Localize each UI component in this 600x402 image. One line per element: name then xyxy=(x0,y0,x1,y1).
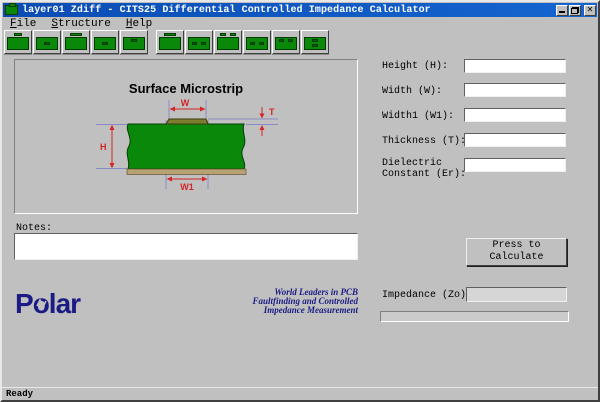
status-text: Ready xyxy=(6,389,33,399)
app-window: layer01 Zdiff - CITS25 Differential Cont… xyxy=(0,0,600,402)
diff-surface-microstrip-icon xyxy=(159,37,181,50)
app-icon xyxy=(5,5,18,15)
dim-w1-arrow-left xyxy=(167,177,173,182)
broadside-stripline-icon xyxy=(304,37,326,50)
toolbar-button-diff-surface-microstrip-icon[interactable] xyxy=(156,30,184,54)
logo-pulse-icon xyxy=(34,297,50,311)
logo-letters-lar: lar xyxy=(49,288,80,320)
progress-bar xyxy=(380,311,569,322)
diff-embedded-microstrip-icon xyxy=(188,37,210,50)
offset-stripline-icon xyxy=(123,37,145,50)
ground-plane-shape xyxy=(127,169,246,175)
status-bar: Ready xyxy=(2,387,598,400)
dim-w-arrow-left xyxy=(170,107,176,112)
dim-h-arrow-down xyxy=(110,163,115,168)
toolbar-button-broadside-stripline-icon[interactable] xyxy=(301,30,329,54)
height-input[interactable] xyxy=(464,59,566,73)
width-input[interactable] xyxy=(464,83,566,97)
height-label: Height (H): xyxy=(382,61,466,72)
embedded-microstrip-icon xyxy=(36,37,58,50)
menu-bar: File Structure Help xyxy=(5,18,595,30)
close-button[interactable] xyxy=(584,5,596,16)
width-label: Width (W): xyxy=(382,86,466,97)
logo-letter-p: P xyxy=(15,288,33,320)
logo-letter-o: o xyxy=(33,288,49,320)
impedance-label: Impedance (Zo): xyxy=(382,290,477,301)
toolbar-button-stripline-icon[interactable] xyxy=(91,30,119,54)
substrate-shape xyxy=(127,124,245,169)
structure-diagram-panel: Surface Microstrip W xyxy=(14,59,358,214)
calculate-button[interactable]: Press to Calculate xyxy=(466,238,567,266)
dielectric-input[interactable] xyxy=(464,158,566,172)
dielectric-label: Dielectric Constant (Er): xyxy=(382,158,466,180)
thickness-input[interactable] xyxy=(464,133,566,147)
toolbar-button-surface-microstrip-icon[interactable] xyxy=(4,30,32,54)
toolbar-button-embedded-microstrip-icon[interactable] xyxy=(33,30,61,54)
toolbar-button-offset-stripline-icon[interactable] xyxy=(120,30,148,54)
diagram-title: Surface Microstrip xyxy=(129,81,243,96)
polar-logo: Po lar xyxy=(15,288,80,320)
dim-t-arrow-down xyxy=(260,114,265,119)
title-bar[interactable]: layer01 Zdiff - CITS25 Differential Cont… xyxy=(3,3,597,17)
toolbar-button-diff-embedded-microstrip-icon[interactable] xyxy=(185,30,213,54)
dim-h-label: H xyxy=(100,142,107,152)
surface-microstrip-icon xyxy=(7,37,29,50)
width1-label: Width1 (W1): xyxy=(382,111,466,122)
dim-h-arrow-up xyxy=(110,125,115,130)
toolbar xyxy=(4,30,329,55)
dim-w1-label: W1 xyxy=(180,182,194,192)
coated-microstrip-icon xyxy=(65,37,87,50)
tagline: World Leaders in PCB Faultfinding and Co… xyxy=(192,288,358,315)
restore-button[interactable] xyxy=(569,5,581,16)
menu-structure[interactable]: Structure xyxy=(50,18,111,30)
impedance-value xyxy=(466,287,567,302)
toolbar-button-diff-coated-microstrip-icon[interactable] xyxy=(214,30,242,54)
stripline-icon xyxy=(94,37,116,50)
trace-shape xyxy=(166,119,208,124)
structure-diagram: Surface Microstrip W xyxy=(15,60,357,213)
minimize-button[interactable] xyxy=(556,5,568,16)
window-title: layer01 Zdiff - CITS25 Differential Cont… xyxy=(22,5,431,16)
dim-t-arrow-up xyxy=(260,125,265,130)
dim-w-arrow-right xyxy=(200,107,206,112)
diff-offset-stripline-icon xyxy=(275,37,297,50)
dim-t-label: T xyxy=(269,107,275,117)
diff-stripline-icon xyxy=(246,37,268,50)
diff-coated-microstrip-icon xyxy=(217,37,239,50)
menu-file[interactable]: File xyxy=(9,18,37,30)
window-controls xyxy=(556,5,596,16)
toolbar-button-coated-microstrip-icon[interactable] xyxy=(62,30,90,54)
notes-input[interactable] xyxy=(14,233,358,260)
dim-w1-arrow-right xyxy=(202,177,208,182)
tagline-line-3: Impedance Measurement xyxy=(192,306,358,315)
toolbar-button-diff-offset-stripline-icon[interactable] xyxy=(272,30,300,54)
width1-input[interactable] xyxy=(464,108,566,122)
toolbar-button-diff-stripline-icon[interactable] xyxy=(243,30,271,54)
dim-w-label: W xyxy=(181,98,190,108)
thickness-label: Thickness (T): xyxy=(382,136,466,147)
menu-help[interactable]: Help xyxy=(125,18,153,30)
